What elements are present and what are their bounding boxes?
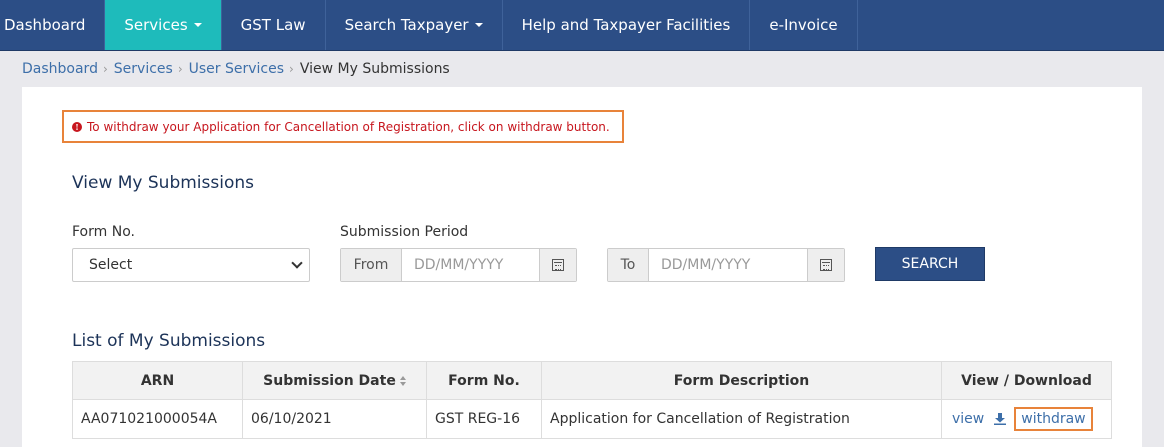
header-view-download: View / Download (941, 361, 1112, 400)
from-calendar-button[interactable] (539, 249, 576, 281)
exclamation-circle-icon: ! (72, 121, 82, 132)
nav-dashboard-label: Dashboard (4, 16, 86, 34)
breadcrumb-dashboard[interactable]: Dashboard (22, 61, 98, 77)
form-no-selected-value: Select (89, 257, 133, 273)
withdraw-highlight: withdraw (1014, 407, 1093, 431)
header-submission-date[interactable]: Submission Date (242, 361, 427, 400)
nav-services[interactable]: Services (105, 0, 222, 50)
header-form-no: Form No. (426, 361, 542, 400)
section-title-list-submissions: List of My Submissions (72, 331, 266, 351)
nav-search-taxpayer[interactable]: Search Taxpayer (326, 0, 503, 50)
breadcrumb-current: View My Submissions (299, 61, 450, 77)
caret-down-icon (474, 23, 483, 27)
from-date-group: From DD/MM/YYYY (340, 248, 577, 282)
breadcrumb-separator-icon: › (177, 62, 183, 76)
sort-icon (399, 375, 406, 386)
form-no-label: Form No. (72, 224, 135, 240)
table-row: AA071021000054A 06/10/2021 GST REG-16 Ap… (72, 399, 1112, 439)
submission-period-label: Submission Period (340, 224, 469, 240)
breadcrumb-separator-icon: › (289, 62, 294, 76)
view-link[interactable]: view (952, 411, 984, 427)
from-date-input[interactable]: DD/MM/YYYY (402, 249, 539, 281)
from-addon: From (341, 249, 402, 281)
download-icon[interactable] (994, 413, 1007, 425)
nav-e-invoice-label: e-Invoice (769, 16, 838, 34)
cell-description: Application for Cancellation of Registra… (541, 399, 942, 439)
to-addon: To (608, 249, 649, 281)
table-header-row: ARN Submission Date Form No. Form Descri… (72, 361, 1112, 400)
cell-actions: view withdraw (941, 399, 1112, 439)
nav-e-invoice[interactable]: e-Invoice (750, 0, 858, 50)
calendar-icon (820, 259, 832, 271)
nav-services-label: Services (124, 16, 188, 34)
search-button[interactable]: SEARCH (875, 247, 985, 281)
header-submission-date-label: Submission Date (263, 372, 396, 389)
info-alert: ! To withdraw your Application for Cance… (62, 110, 624, 143)
to-date-group: To DD/MM/YYYY (607, 248, 845, 282)
cell-arn: AA071021000054A (72, 399, 243, 439)
header-form-description: Form Description (541, 361, 942, 400)
to-calendar-button[interactable] (807, 249, 844, 281)
nav-gst-law[interactable]: GST Law (222, 0, 326, 50)
form-no-select[interactable]: Select (72, 248, 310, 282)
nav-help-label: Help and Taxpayer Facilities (521, 16, 731, 34)
cell-form-no: GST REG-16 (426, 399, 542, 439)
nav-gst-law-label: GST Law (240, 16, 306, 34)
submissions-table: ARN Submission Date Form No. Form Descri… (72, 361, 1112, 439)
cell-date: 06/10/2021 (242, 399, 427, 439)
breadcrumb-user-services[interactable]: User Services (189, 61, 284, 77)
caret-down-icon (193, 23, 202, 27)
header-arn: ARN (72, 361, 243, 400)
breadcrumb: Dashboard › Services › User Services › V… (0, 51, 1164, 87)
withdraw-link[interactable]: withdraw (1021, 411, 1085, 427)
nav-dashboard[interactable]: Dashboard (0, 0, 106, 50)
section-title-view-submissions: View My Submissions (72, 173, 254, 193)
top-navigation: Dashboard Services GST Law Search Taxpay… (0, 0, 1164, 51)
main-panel: ! To withdraw your Application for Cance… (22, 87, 1142, 447)
to-date-input[interactable]: DD/MM/YYYY (649, 249, 807, 281)
breadcrumb-services[interactable]: Services (114, 61, 173, 77)
calendar-icon (552, 259, 564, 271)
nav-search-taxpayer-label: Search Taxpayer (344, 16, 469, 34)
nav-help-facilities[interactable]: Help and Taxpayer Facilities (503, 0, 751, 50)
alert-text: To withdraw your Application for Cancell… (87, 119, 610, 134)
chevron-down-icon (291, 257, 303, 269)
breadcrumb-separator-icon: › (102, 62, 108, 76)
